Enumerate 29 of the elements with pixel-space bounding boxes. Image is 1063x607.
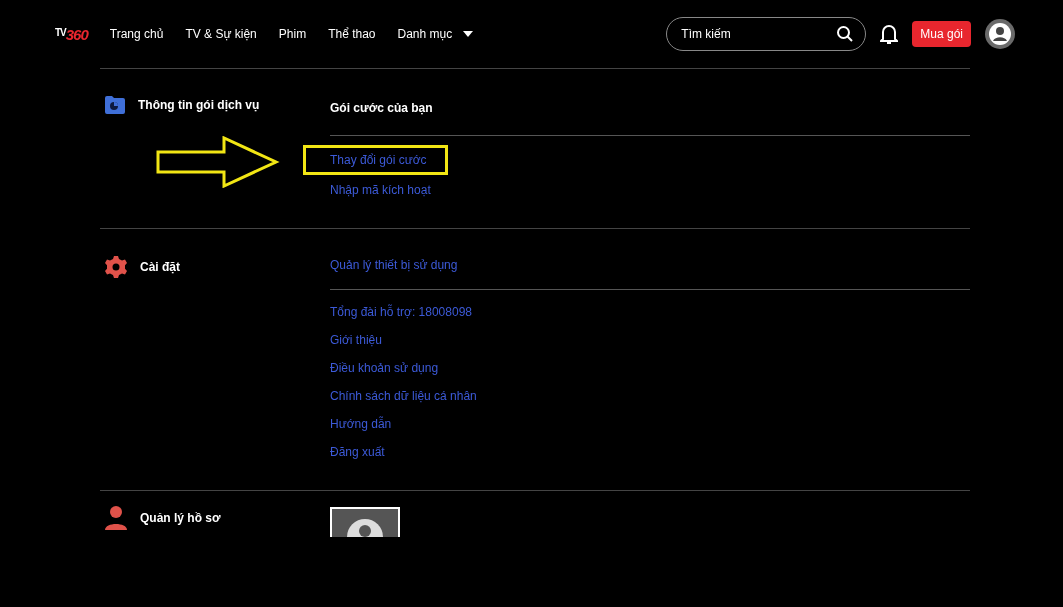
section-title: Thông tin gói dịch vụ [138, 98, 260, 112]
menu-link[interactable]: Chính sách dữ liệu cá nhân [330, 386, 477, 406]
profile-avatar-icon [330, 507, 400, 537]
menu-link[interactable]: Điều khoản sử dụng [330, 358, 439, 378]
menu-link[interactable]: Hướng dẫn [330, 414, 392, 434]
nav-link[interactable]: Thể thao [328, 27, 376, 41]
nav-link[interactable]: Phim [278, 27, 307, 41]
menu-link[interactable]: Đăng xuất [330, 442, 385, 462]
caret-icon [462, 30, 475, 38]
nav-link[interactable]: Danh mục [397, 27, 475, 41]
bell-icon[interactable] [880, 23, 899, 45]
person-icon [104, 505, 128, 531]
account-avatar-icon[interactable] [985, 19, 1015, 49]
menu-link[interactable]: Thay đổi gói cước [306, 148, 445, 172]
tv360-logo[interactable]: $^{TV}$360 [55, 25, 88, 43]
subsection-heading: Gói cước của bạn [330, 100, 434, 117]
menu-link[interactable]: Nhập mã kích hoạt [330, 180, 431, 200]
search-field[interactable]: Tìm kiếm [666, 17, 867, 51]
menu-link[interactable]: Giới thiệu [330, 330, 382, 350]
menu-link[interactable]: Tổng đài hỗ trợ: 18008098 [330, 302, 472, 322]
section-title: Quản lý hồ sơ [140, 511, 221, 525]
menu-link[interactable]: Quản lý thiết bị sử dụng [330, 255, 458, 275]
folder-icon [104, 95, 126, 115]
section-title: Cài đặt [140, 260, 180, 274]
search-icon [836, 25, 855, 43]
nav-link[interactable]: TV & Sự kiện [185, 27, 257, 41]
nav-link[interactable]: Trang chủ [109, 27, 164, 41]
gear-icon [104, 255, 128, 279]
buy-package-button[interactable]: Mua gói [912, 21, 971, 47]
